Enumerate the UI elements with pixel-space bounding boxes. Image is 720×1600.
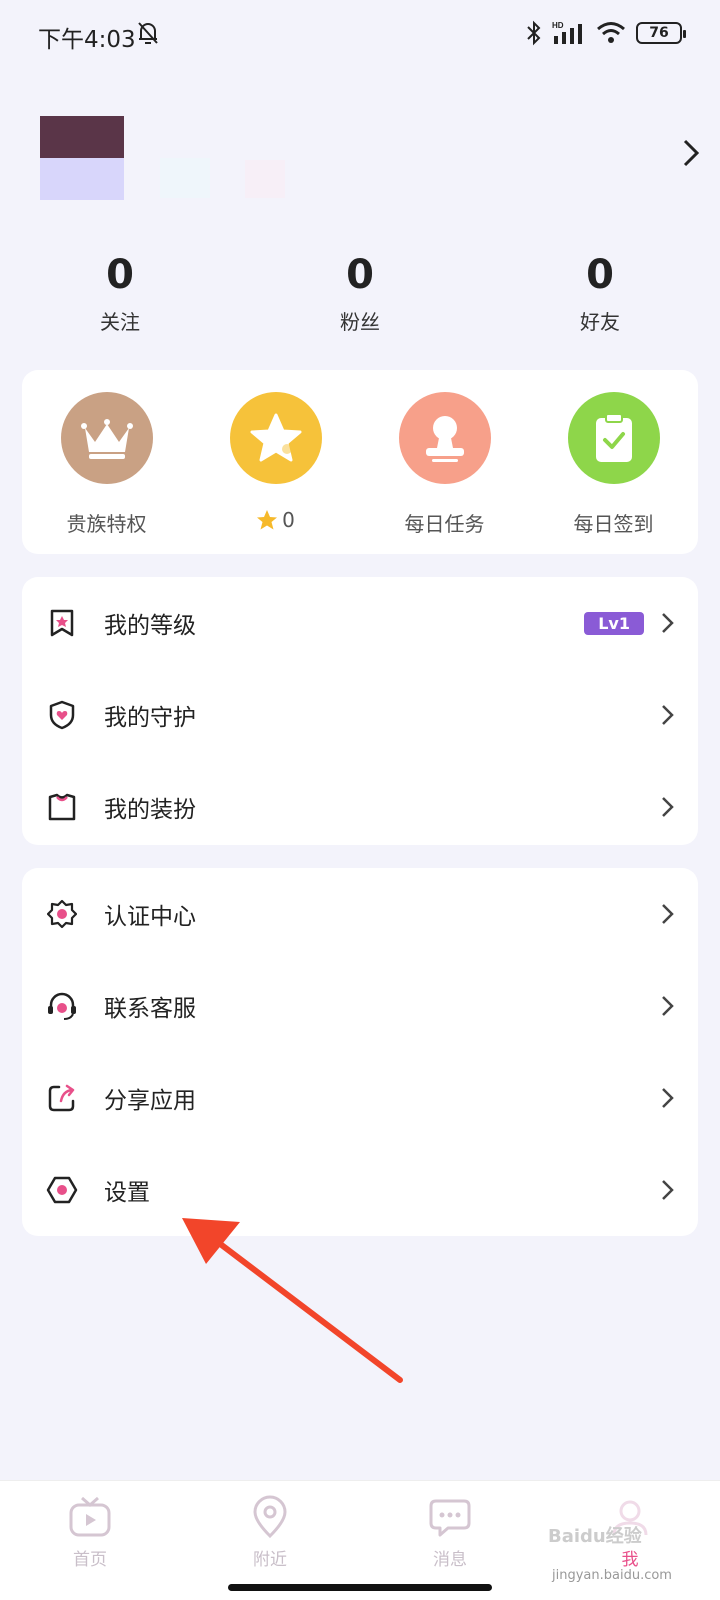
stat-friends[interactable]: 0 好友 — [480, 250, 720, 335]
quick-nobility[interactable]: 贵族特权 — [22, 370, 191, 554]
menu-item-outfit[interactable]: 我的装扮 — [22, 761, 698, 853]
cell-signal-icon: HD — [552, 21, 582, 44]
bluetooth-icon — [527, 20, 541, 46]
menu-label: 我的守护 — [104, 705, 196, 731]
menu-item-share[interactable]: 分享应用 — [22, 1052, 698, 1144]
menu-card-profile: 我的等级 Lv1 我的守护 我的装扮 — [22, 577, 698, 845]
menu-label: 联系客服 — [104, 996, 196, 1022]
quick-actions-card: 贵族特权 0 每日任务 每日签到 — [22, 370, 698, 554]
menu-item-settings[interactable]: 设置 — [22, 1144, 698, 1236]
blurred-username — [160, 158, 210, 198]
menu-item-certification[interactable]: 认证中心 — [22, 868, 698, 960]
stat-value: 0 — [346, 252, 374, 298]
chevron-right-icon — [662, 705, 674, 725]
menu-label: 设置 — [104, 1180, 150, 1206]
quick-label: 贵族特权 — [66, 512, 147, 536]
quick-label: 每日签到 — [573, 512, 654, 536]
task-stamp-icon — [398, 392, 491, 484]
watermark-url: jingyan.baidu.com — [552, 1568, 672, 1583]
menu-label: 我的装扮 — [104, 797, 196, 823]
tv-home-icon — [69, 1496, 111, 1537]
stat-value: 0 — [106, 252, 134, 298]
crown-icon — [60, 392, 153, 484]
stat-label: 关注 — [100, 310, 140, 334]
menu-label: 我的等级 — [104, 613, 196, 639]
quick-stars[interactable]: 0 — [191, 370, 360, 554]
nav-item-messages[interactable]: 消息 — [360, 1481, 540, 1600]
menu-item-level[interactable]: 我的等级 Lv1 — [22, 577, 698, 669]
menu-card-general: 认证中心 联系客服 分享应用 设置 — [22, 868, 698, 1236]
bell-muted-icon — [138, 22, 158, 44]
status-bar: 下午4:03 HD 76 — [0, 0, 720, 70]
quick-star-label-row: 0 — [256, 508, 295, 532]
star-count: 0 — [282, 508, 295, 532]
chevron-right-icon — [662, 904, 674, 924]
stat-label: 粉丝 — [340, 310, 380, 334]
certification-icon — [46, 898, 78, 930]
share-icon — [46, 1082, 78, 1114]
stat-following[interactable]: 0 关注 — [0, 250, 240, 335]
menu-label: 认证中心 — [104, 904, 196, 930]
menu-item-guard[interactable]: 我的守护 — [22, 669, 698, 761]
menu-label: 分享应用 — [104, 1088, 196, 1114]
avatar[interactable] — [40, 116, 124, 200]
message-bubble-icon — [429, 1499, 471, 1537]
menu-item-customer-service[interactable]: 联系客服 — [22, 960, 698, 1052]
nav-item-home[interactable]: 首页 — [0, 1481, 180, 1600]
quick-label: 每日任务 — [404, 512, 485, 536]
nav-label: 首页 — [73, 1550, 107, 1570]
status-time: 下午4:03 — [38, 27, 136, 53]
chevron-right-icon[interactable] — [682, 138, 700, 168]
location-pin-icon — [253, 1495, 287, 1539]
stat-fans[interactable]: 0 粉丝 — [240, 250, 480, 335]
nav-label: 附近 — [253, 1550, 287, 1570]
nav-item-nearby[interactable]: 附近 — [180, 1481, 360, 1600]
svg-text:HD: HD — [552, 21, 564, 30]
nav-label: 消息 — [433, 1550, 467, 1570]
small-star-icon — [257, 510, 278, 530]
level-badge: Lv1 — [584, 611, 644, 635]
chevron-right-icon — [662, 613, 674, 633]
home-indicator[interactable] — [228, 1584, 492, 1591]
checkin-clipboard-icon — [567, 392, 660, 484]
quick-checkin[interactable]: 每日签到 — [529, 370, 698, 554]
wifi-icon — [597, 22, 625, 43]
chevron-right-icon — [662, 1088, 674, 1108]
battery-indicator: 76 — [636, 22, 686, 44]
watermark-logo: Baidu经验 — [548, 1526, 642, 1547]
chevron-right-icon — [662, 1180, 674, 1200]
chevron-right-icon — [662, 996, 674, 1016]
stats-row: 0 关注 0 粉丝 0 好友 — [0, 250, 720, 335]
profile-header[interactable] — [40, 116, 700, 200]
stat-value: 0 — [586, 252, 614, 298]
outfit-shirt-icon — [46, 791, 78, 823]
nav-label: 我 — [621, 1550, 639, 1570]
chevron-right-icon — [662, 797, 674, 817]
quick-daily-task[interactable]: 每日任务 — [360, 370, 529, 554]
settings-icon — [46, 1174, 78, 1206]
shield-heart-icon — [46, 699, 78, 731]
stat-label: 好友 — [580, 310, 620, 334]
level-bookmark-icon — [46, 607, 78, 639]
star-icon — [229, 392, 322, 484]
customer-service-icon — [46, 990, 78, 1022]
blurred-id — [245, 160, 285, 198]
